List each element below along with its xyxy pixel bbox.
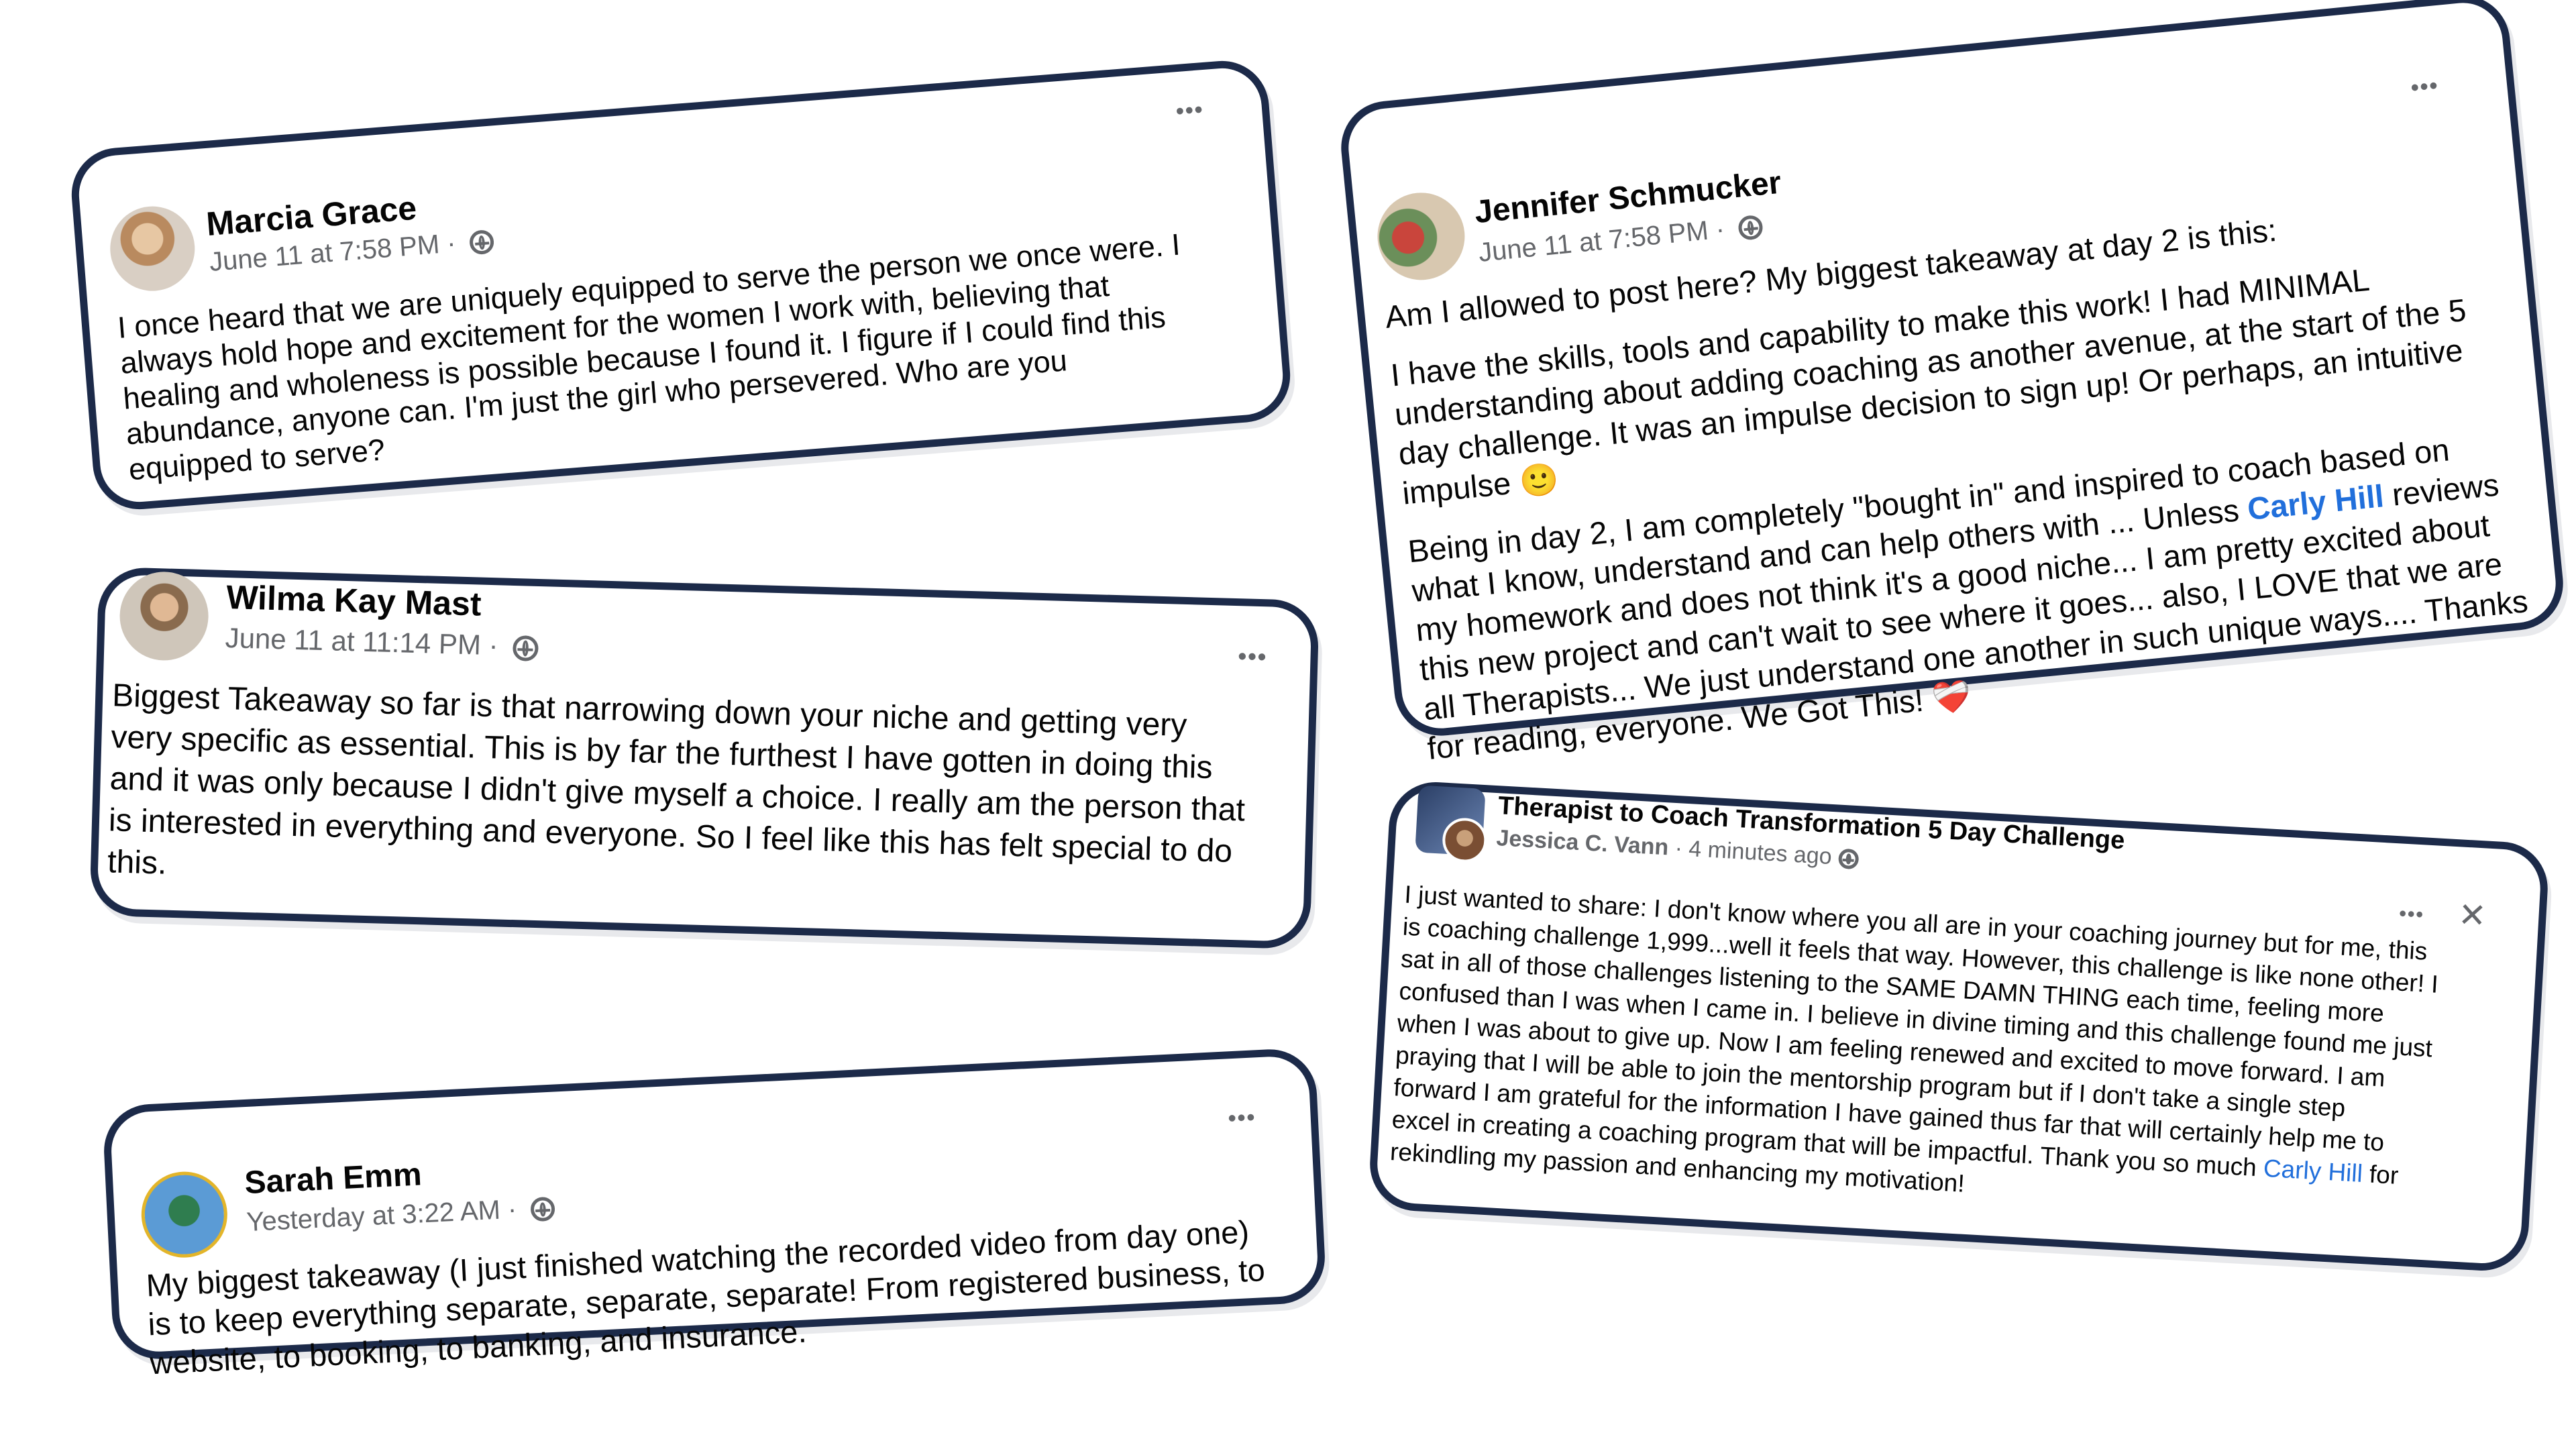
post-card-jessica-vann: Therapist to Coach Transformation 5 Day … [1367, 780, 2551, 1273]
post-meta: June 11 at 11:14 PM · [225, 622, 539, 663]
avatar[interactable] [139, 1169, 229, 1260]
post-card-wilma-kay-mast: Wilma Kay Mast June 11 at 11:14 PM · •••… [89, 566, 1320, 950]
post-meta: Yesterday at 3:22 AM · [246, 1193, 556, 1238]
post-time[interactable]: Yesterday at 3:22 AM [246, 1195, 500, 1237]
post-body: Biggest Takeaway so far is that narrowin… [107, 675, 1248, 914]
more-options-button[interactable]: ••• [1228, 1104, 1257, 1132]
avatar[interactable] [118, 570, 210, 662]
more-options-button[interactable]: ••• [1238, 642, 1268, 671]
more-options-button[interactable]: ••• [2398, 902, 2424, 926]
post-card-sarah-emm: Sarah Emm Yesterday at 3:22 AM · ••• My … [101, 1047, 1328, 1381]
audience-icon [469, 229, 495, 256]
meta-separator: · [480, 629, 506, 661]
audience-icon [530, 1197, 556, 1222]
post-text: for [2361, 1159, 2400, 1189]
post-time[interactable]: 4 minutes ago [1688, 836, 1832, 869]
close-icon[interactable]: ✕ [2457, 895, 2487, 935]
smile-emoji: 🙂 [1517, 460, 1560, 500]
audience-icon [1737, 215, 1764, 241]
post-card-jennifer-schmucker: Jennifer Schmucker June 11 at 7:58 PM · … [1336, 0, 2568, 766]
post-time[interactable]: June 11 at 11:14 PM [225, 622, 482, 661]
meta-separator: · [499, 1193, 525, 1225]
audience-icon [512, 635, 539, 661]
avatar[interactable] [107, 203, 199, 294]
post-card-marcia-grace: Marcia Grace June 11 at 7:58 PM · ••• I … [68, 57, 1294, 513]
heart-emoji: ❤️‍🩹 [1930, 677, 1974, 717]
meta-separator: · [1668, 835, 1690, 862]
more-options-button[interactable]: ••• [2410, 72, 2440, 101]
more-options-button[interactable]: ••• [1175, 97, 1205, 125]
author-name[interactable]: Sarah Emm [244, 1156, 422, 1201]
post-body: My biggest takeaway (I just finished wat… [146, 1212, 1268, 1383]
mention-link[interactable]: Carly Hill [2263, 1155, 2363, 1187]
author-name[interactable]: Wilma Kay Mast [226, 578, 482, 624]
author-name[interactable]: Jessica C. Vann [1496, 825, 1670, 860]
audience-icon [1837, 848, 1860, 870]
post-body: I just wanted to share: I don't know whe… [1389, 879, 2441, 1226]
avatar[interactable] [1373, 189, 1469, 284]
post-text: impulse [1401, 464, 1521, 511]
meta-separator: · [438, 227, 465, 259]
meta-separator: · [1707, 213, 1734, 246]
post-body: Am I allowed to post here? My biggest ta… [1383, 189, 2534, 768]
